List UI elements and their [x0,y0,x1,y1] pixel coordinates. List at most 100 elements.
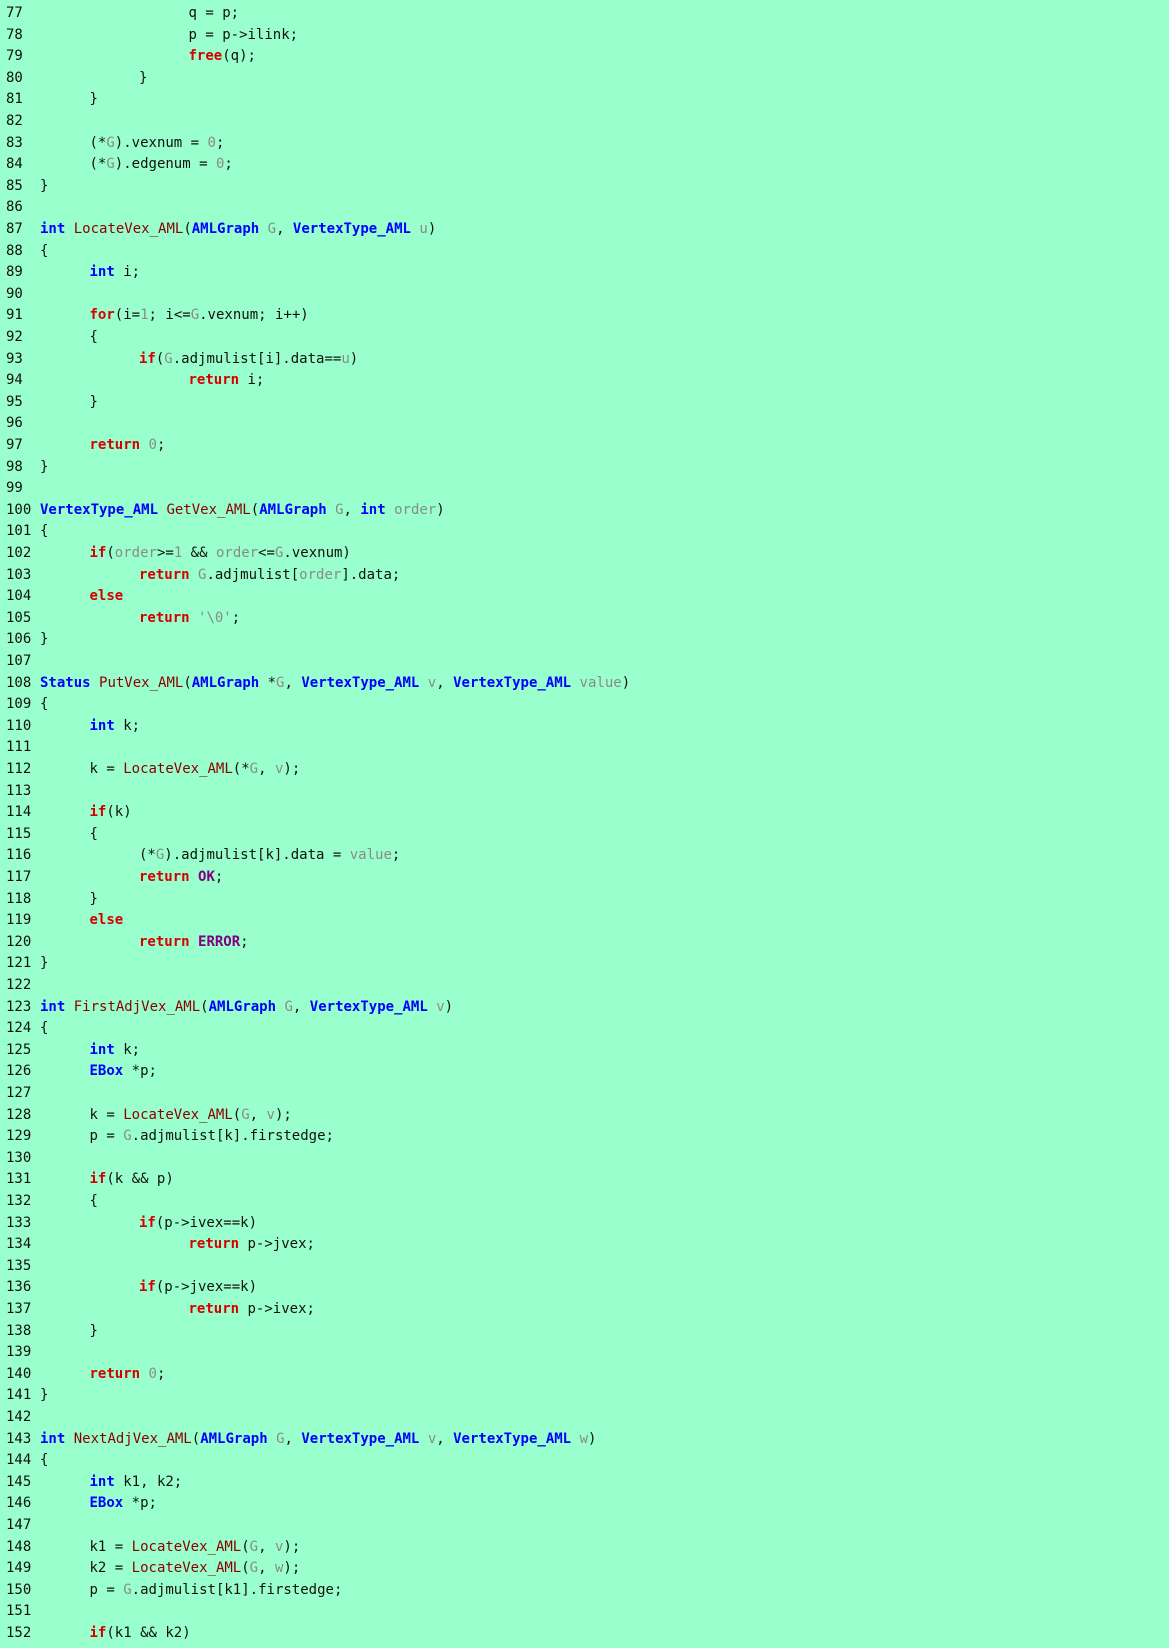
code-token: ; [231,609,241,626]
code-line: 108 Status PutVex_AML(AMLGraph *G, Vertex… [0,673,630,695]
code-line: 101 { [0,521,48,543]
code-token: Status [40,674,91,691]
code-editor[interactable]: 77 q = p; 78 p = p->ilink; 79 free(q); 80} 81} 8… [0,0,1169,1648]
code-line: 124 { [0,1018,48,1040]
code-line: 85} [0,176,48,198]
code-text: if(p->jvex==k) [139,1277,257,1299]
code-token: G [106,134,115,151]
code-line: 142 [0,1407,38,1429]
line-number: 87 [6,221,23,237]
code-token: u [341,350,350,367]
code-token: (p->jvex==k) [155,1279,258,1296]
code-token: ); [283,761,301,777]
code-token: ).vexnum = [114,134,208,151]
code-text: (*G).edgenum = 0; [90,154,233,176]
code-token: .adjmulist[ [206,566,300,583]
code-text: { [40,241,48,263]
code-token: VertexType_AML [309,998,428,1015]
line-number: 100 [6,501,32,518]
code-line: 100 VertexType_AML GetVex_AML(AMLGraph G,… [0,500,445,522]
line-number: 145 [6,1473,32,1490]
code-token: VertexType_AML [453,674,572,691]
code-token: ); [283,1538,301,1555]
code-token: LocateVex_AML [123,761,233,777]
code-token: } [89,393,98,410]
code-token: && [182,545,216,561]
code-token: order [394,501,437,518]
line-number: 83 [6,134,23,151]
code-line: 147 [0,1515,38,1537]
code-text: (*G).vexnum = 0; [90,133,225,155]
code-token: k2 = [89,1560,132,1577]
code-token: ; [391,847,401,864]
code-token: { [89,825,98,842]
code-text: else [90,586,124,608]
code-token: ( [200,998,209,1015]
line-number: 114 [6,804,32,821]
code-line: 123 int FirstAdjVex_AML(AMLGraph G, Verte… [0,997,453,1019]
code-token: , [284,674,302,691]
line-number: 85 [6,177,23,194]
code-text: int LocateVex_AML(AMLGraph G, VertexType… [40,219,436,241]
code-text: if(k && p) [90,1169,174,1191]
code-text: } [40,953,48,975]
code-token: G [241,1106,250,1123]
code-line: 118} [0,889,98,911]
code-token: (i= [114,307,141,324]
code-text: } [90,1321,98,1343]
line-number: 123 [6,998,32,1015]
code-token: order [299,566,342,583]
code-token: v [427,1430,437,1447]
line-number: 133 [6,1214,32,1231]
code-line: 103 return G.adjmulist[order].data; [0,565,400,587]
code-token: { [89,1193,98,1209]
code-text: { [40,1450,48,1472]
code-line: 117 return OK; [0,867,223,889]
line-number: 94 [6,372,23,389]
code-line: 130 [0,1148,38,1170]
line-number: 97 [6,437,23,453]
line-number: 102 [6,545,32,561]
code-token: { [40,523,49,540]
code-token: ( [232,1106,242,1123]
line-number: 143 [6,1430,32,1447]
line-number: 137 [6,1301,32,1317]
code-token: 1 [140,307,149,324]
code-line: 105 return '\0'; [0,608,240,630]
code-token: LocateVex_AML [131,1560,242,1577]
code-line: 106} [0,629,48,651]
code-line: 113 [0,781,38,803]
code-line: 114 if(k) [0,802,132,824]
code-text: EBox *p; [90,1061,157,1083]
line-number: 110 [6,717,32,734]
code-line: 143 int NextAdjVex_AML(AMLGraph G, Vertex… [0,1429,596,1451]
code-token: value [349,847,392,864]
code-token: k; [114,717,141,734]
code-token: G [123,1581,132,1598]
code-token: *p; [123,1495,157,1512]
code-token: ( [183,674,192,691]
code-text: } [40,629,48,651]
line-number: 116 [6,847,32,864]
code-line: 137 return p->ivex; [0,1299,315,1321]
code-token: int [89,717,115,734]
code-line: 139 [0,1342,38,1364]
code-token: if [89,1625,107,1641]
code-token: int [40,1430,66,1447]
code-token: free [188,48,223,65]
line-number: 150 [6,1581,32,1598]
code-line: 132 { [0,1191,98,1213]
code-token: ); [283,1560,301,1577]
code-token: order [114,545,157,561]
line-number: 134 [6,1236,32,1253]
code-token: { [40,1020,49,1037]
code-token: ) [444,998,454,1015]
line-number: 142 [6,1409,32,1425]
code-line: 82 [0,111,38,133]
code-token: AMLGraph [191,221,260,237]
code-token: return [139,609,190,626]
